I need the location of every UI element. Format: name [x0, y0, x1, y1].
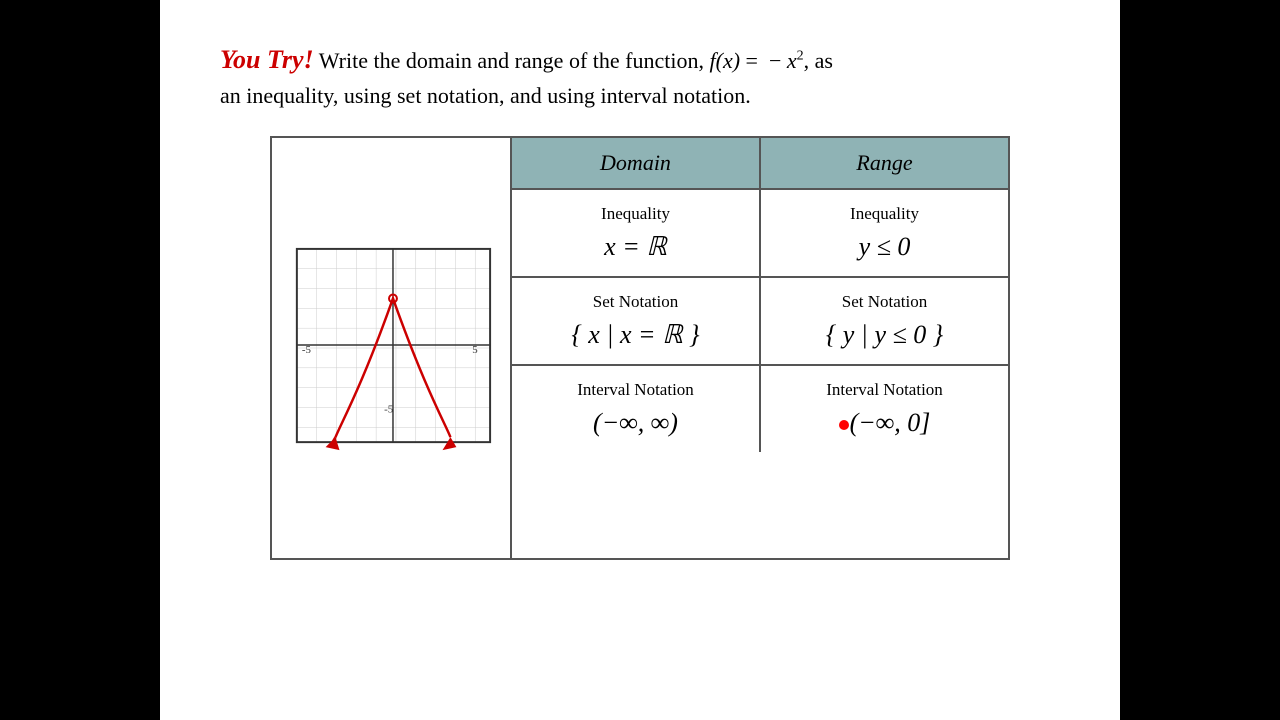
- range-interval-cell: Interval Notation (−∞, 0]: [761, 366, 1008, 452]
- header-text: You Try! Write the domain and range of t…: [220, 40, 1060, 112]
- domain-set-value: { x | x = ℝ }: [571, 320, 699, 350]
- graph-cell: -5 5 -5: [272, 138, 512, 558]
- domain-inequality-label: Inequality: [601, 204, 670, 224]
- table-header-row: Domain Range: [512, 138, 1008, 190]
- domain-inequality-cell: Inequality x = ℝ: [512, 190, 761, 276]
- domain-interval-label: Interval Notation: [577, 380, 694, 400]
- range-inequality-label: Inequality: [850, 204, 919, 224]
- domain-set-cell: Set Notation { x | x = ℝ }: [512, 278, 761, 364]
- red-dot-icon: [839, 420, 849, 430]
- range-inequality-cell: Inequality y ≤ 0: [761, 190, 1008, 276]
- domain-inequality-value: x = ℝ: [604, 232, 667, 262]
- parabola-graph: -5 5 -5: [282, 238, 500, 458]
- range-set-cell: Set Notation { y | y ≤ 0 }: [761, 278, 1008, 364]
- table-section: Domain Range Inequality x = ℝ Inequality…: [512, 138, 1008, 558]
- range-header: Range: [761, 138, 1008, 188]
- range-set-label: Set Notation: [842, 292, 927, 312]
- prompt-text: Write the domain and range of the functi…: [319, 48, 833, 73]
- range-inequality-value: y ≤ 0: [859, 232, 911, 262]
- slide: You Try! Write the domain and range of t…: [160, 0, 1120, 720]
- set-notation-row: Set Notation { x | x = ℝ } Set Notation …: [512, 278, 1008, 366]
- continuation-text: an inequality, using set notation, and u…: [220, 83, 751, 108]
- svg-text:-5: -5: [384, 403, 394, 415]
- content-area: -5 5 -5: [270, 136, 1010, 560]
- range-set-value: { y | y ≤ 0 }: [826, 320, 943, 350]
- domain-interval-cell: Interval Notation (−∞, ∞): [512, 366, 761, 452]
- domain-header: Domain: [512, 138, 761, 188]
- domain-interval-value: (−∞, ∞): [593, 408, 678, 438]
- interval-notation-row: Interval Notation (−∞, ∞) Interval Notat…: [512, 366, 1008, 452]
- domain-set-label: Set Notation: [593, 292, 678, 312]
- svg-text:5: 5: [472, 344, 478, 356]
- inequality-row: Inequality x = ℝ Inequality y ≤ 0: [512, 190, 1008, 278]
- svg-text:-5: -5: [302, 344, 312, 356]
- range-interval-value: (−∞, 0]: [839, 408, 931, 438]
- range-interval-label: Interval Notation: [826, 380, 943, 400]
- you-try-label: You Try!: [220, 45, 314, 74]
